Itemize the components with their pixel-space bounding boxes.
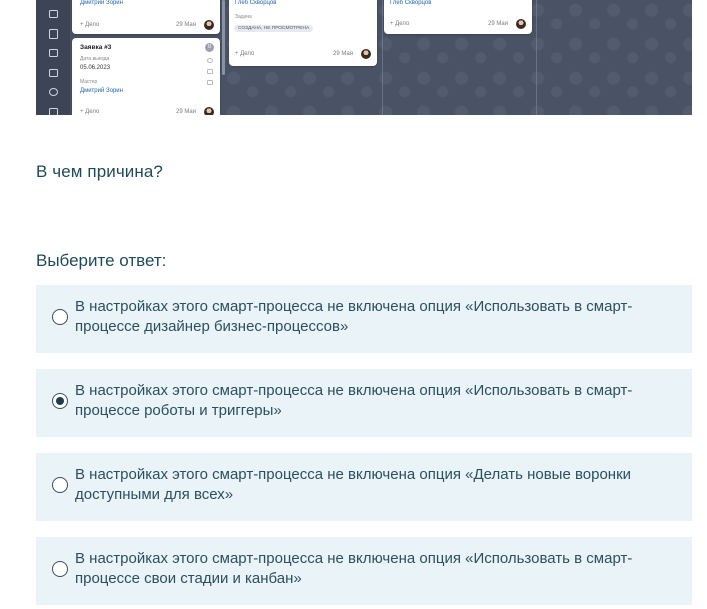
answer-prompt: Выберите ответ: [36, 251, 167, 270]
document-icon [49, 29, 58, 39]
printer-icon [49, 49, 58, 57]
phone-icon[interactable] [207, 58, 213, 63]
kanban-card[interactable]: Глеб Скворцов + Дело 29 Мая [384, 0, 532, 34]
avatar [204, 20, 214, 30]
radio-button-selected[interactable] [52, 393, 68, 409]
counter-badge: 0 [205, 43, 214, 52]
add-activity-link[interactable]: + Дело [80, 22, 99, 28]
answer-option-1[interactable]: В настройках этого смарт-процесса не вкл… [36, 285, 692, 353]
card-title[interactable]: Заявка #3 [80, 44, 111, 51]
avatar [204, 107, 214, 115]
answer-option-3[interactable]: В настройках этого смарт-процесса не вкл… [36, 453, 692, 521]
answer-option-label: В настройках этого смарт-процесса не вкл… [75, 550, 633, 587]
card-responsible[interactable]: Глеб Скворцов [235, 0, 276, 6]
mail-icon[interactable] [207, 69, 213, 74]
field-label: Задача [235, 14, 252, 20]
card-date: 29 Мая [333, 51, 353, 57]
radio-button[interactable] [52, 309, 68, 325]
column-divider [536, 0, 537, 115]
card-responsible[interactable]: Глеб Скворцов [390, 0, 431, 6]
card-responsible[interactable]: Дмитрий Зорин [80, 88, 123, 94]
answer-option-label: В настройках этого смарт-процесса не вкл… [75, 466, 632, 503]
kanban-card[interactable]: Дмитрий Зорин + Дело 29 Мая [72, 0, 220, 34]
status-badge: СОЗДАНА, НЕ ПРОСМОТРЕНА [234, 25, 314, 32]
grid-icon [49, 108, 58, 115]
answer-option-label: В настройках этого смарт-процесса не вкл… [75, 382, 633, 419]
chat-icon[interactable] [207, 80, 213, 85]
answer-option-4[interactable]: В настройках этого смарт-процесса не вкл… [36, 537, 692, 605]
kanban-card[interactable]: Глеб Скворцов Задача СОЗДАНА, НЕ ПРОСМОТ… [229, 0, 377, 66]
add-activity-link[interactable]: + Дело [235, 51, 254, 57]
field-value: 05.06.2023 [80, 65, 111, 71]
add-activity-link[interactable]: + Дело [390, 21, 409, 27]
field-label: Мастер [80, 79, 98, 85]
mail-icon [49, 69, 58, 77]
card-date: 29 Мая [176, 22, 196, 28]
kanban-card[interactable]: Заявка #3 0 Дата выезда 05.06.2023 Масте… [72, 38, 220, 115]
answer-option-label: В настройках этого смарт-процесса не вкл… [75, 298, 633, 335]
field-label: Дата выезда [80, 56, 110, 62]
card-date: 29 Мая [488, 21, 508, 27]
calendar-icon [49, 10, 58, 18]
users-icon [49, 88, 58, 96]
radio-button[interactable] [52, 561, 68, 577]
column-divider [382, 0, 383, 115]
add-activity-link[interactable]: + Дело [80, 109, 99, 115]
kanban-sidebar [36, 0, 70, 115]
answer-option-2[interactable]: В настройках этого смарт-процесса не вкл… [36, 369, 692, 437]
card-responsible[interactable]: Дмитрий Зорин [80, 0, 123, 6]
avatar [361, 49, 371, 59]
card-date: 29 Мая [176, 109, 196, 115]
question-text: В чем причина? [36, 162, 163, 181]
column-scrollbar[interactable] [222, 0, 225, 75]
avatar [516, 19, 526, 29]
kanban-screenshot: Дмитрий Зорин + Дело 29 Мая Заявка #3 0 … [36, 0, 692, 115]
radio-button[interactable] [52, 477, 68, 493]
